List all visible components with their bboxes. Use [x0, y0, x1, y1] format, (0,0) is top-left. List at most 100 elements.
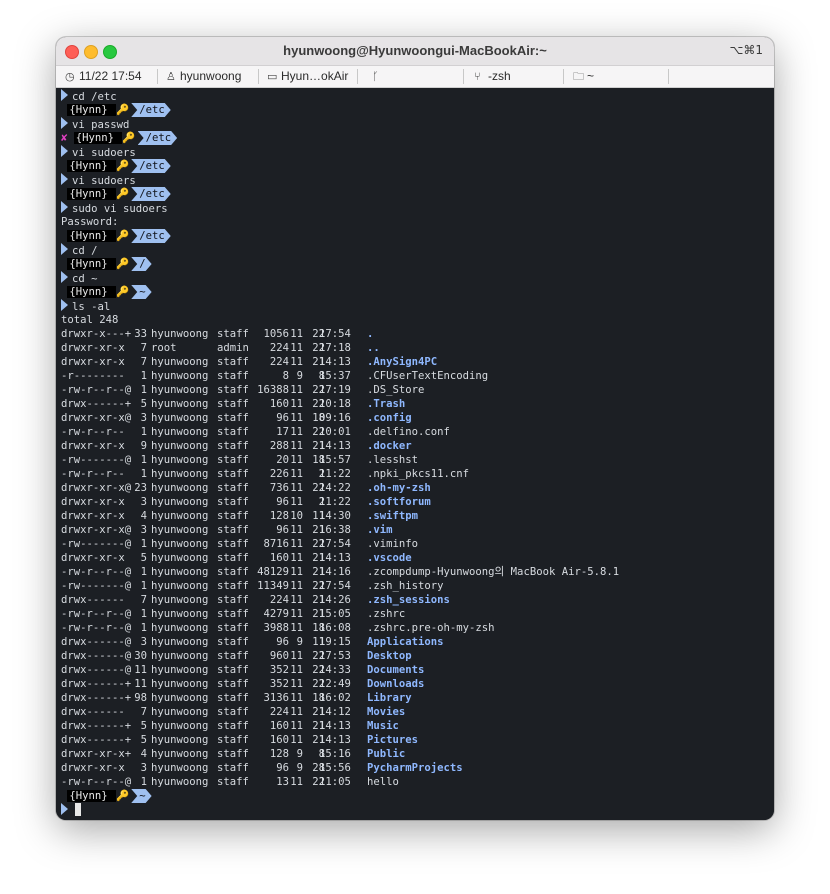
listing-row: drwx------@ 11 hyunwoong staff 352 11 22 14:33 D… — [61, 663, 761, 677]
listing-group: staff — [217, 426, 249, 438]
listing-group: staff — [217, 524, 249, 536]
listing-links: 1 — [140, 384, 147, 396]
listing-time: 14:13 — [319, 552, 351, 564]
listing-name[interactable]: Documents — [367, 663, 424, 677]
listing-perm: drwx------+ — [61, 398, 132, 410]
listing-perm: drwxr-xr-x — [61, 510, 125, 522]
title-bar[interactable]: hyunwoong@Hyunwoongui-MacBookAir:~ ⌥⌘1 — [56, 37, 774, 66]
listing-name[interactable]: Music — [367, 719, 399, 733]
listing-name[interactable]: Desktop — [367, 649, 412, 663]
listing-row: drwx------+ 5 hyunwoong staff 160 11 21 14:13 Pi… — [61, 733, 761, 747]
listing-time: 14:13 — [319, 734, 351, 746]
listing-name[interactable]: Downloads — [367, 677, 424, 691]
listing-owner: hyunwoong — [151, 454, 209, 466]
listing-mon: 11 — [290, 356, 303, 368]
listing-name[interactable]: Public — [367, 747, 405, 761]
prompt-arrow-icon — [61, 173, 68, 185]
listing-size: 288 — [269, 440, 289, 452]
listing-name[interactable]: .Trash — [367, 397, 405, 411]
listing-time: 16:02 — [319, 692, 351, 704]
listing-row: drwx------+ 5 hyunwoong staff 160 11 22 10:18 .T… — [61, 397, 761, 411]
terminal-output[interactable]: cd /etc {Hynn} 🔑/etc vi passwd ✘ {Hynn} 🔑 /… — [56, 88, 774, 820]
listing-name[interactable]: .AnySign4PC — [367, 355, 437, 369]
listing-name[interactable]: .delfino.conf — [367, 425, 450, 439]
listing-name[interactable]: .lesshst — [367, 453, 418, 467]
command-line: sudo vi sudoers — [61, 201, 168, 215]
window-shortcut: ⌥⌘1 — [729, 43, 763, 57]
listing-group: staff — [217, 678, 249, 690]
listing-owner: hyunwoong — [151, 664, 209, 676]
status-branch[interactable]: ᚴ — [372, 66, 386, 87]
listing-group: staff — [217, 328, 249, 340]
listing-links: 5 — [140, 720, 147, 732]
listing-name[interactable]: .. — [367, 341, 380, 355]
listing-row: drwx------ 7 hyunwoong staff 224 11 21 14:26 .zs… — [61, 593, 761, 607]
listing-mon: 10 — [290, 510, 303, 522]
listing-time: 17:19 — [319, 384, 351, 396]
listing-perm: drwx------@ — [61, 636, 132, 648]
listing-mon: 11 — [290, 566, 303, 578]
listing-time: 15:56 — [319, 762, 351, 774]
listing-row: -rw-------@ 1 hyunwoong staff 11349 11 22 17:54… — [61, 579, 761, 593]
listing-name[interactable]: .viminfo — [367, 537, 418, 551]
listing-name[interactable]: .zsh_sessions — [367, 593, 450, 607]
listing-name[interactable]: .CFUserTextEncoding — [367, 369, 488, 383]
listing-name[interactable]: .softforum — [367, 495, 431, 509]
listing-name[interactable]: .oh-my-zsh — [367, 481, 431, 495]
listing-size: 96 — [276, 524, 289, 536]
status-job[interactable]: ⑂ -zsh — [474, 66, 511, 87]
listing-name[interactable]: .config — [367, 411, 412, 425]
terminal-window[interactable]: hyunwoong@Hyunwoongui-MacBookAir:~ ⌥⌘1 ◷… — [56, 37, 774, 820]
listing-name[interactable]: .vscode — [367, 551, 412, 565]
listing-group: staff — [217, 580, 249, 592]
listing-group: staff — [217, 650, 249, 662]
text-cursor[interactable] — [75, 803, 81, 816]
listing-name[interactable]: Movies — [367, 705, 405, 719]
listing-name[interactable]: .zsh_history — [367, 579, 444, 593]
listing-name[interactable]: .zcompdump-Hyunwoong의 MacBook Air-5.8.1 — [367, 565, 619, 579]
listing-row: drwx------@ 3 hyunwoong staff 96 9 11 19:15 Appl… — [61, 635, 761, 649]
prompt-dir: /etc — [138, 131, 178, 145]
listing-name[interactable]: Pictures — [367, 733, 418, 747]
folder-icon: 🗀 — [573, 70, 584, 83]
status-host[interactable]: ▭ Hyun…okAir — [267, 66, 348, 87]
listing-perm: drwxr-xr-x — [61, 356, 125, 368]
listing-size: 128 — [269, 510, 289, 522]
listing-name[interactable]: .zshrc.pre-oh-my-zsh — [367, 621, 495, 635]
listing-name[interactable]: .docker — [367, 439, 412, 453]
listing-mon: 11 — [290, 734, 303, 746]
listing-name[interactable]: .npki_pkcs11.cnf — [367, 467, 469, 481]
listing-name[interactable]: .zshrc — [367, 607, 405, 621]
listing-name[interactable]: Library — [367, 691, 412, 705]
listing-name[interactable]: . — [367, 327, 373, 341]
listing-links: 4 — [140, 510, 147, 522]
clock-icon: ◷ — [65, 70, 75, 83]
listing-size: 48129 — [257, 566, 289, 578]
listing-name[interactable]: .DS_Store — [367, 383, 424, 397]
listing-size: 224 — [269, 594, 289, 606]
listing-name[interactable]: hello — [367, 775, 399, 789]
status-datetime[interactable]: ◷ 11/22 17:54 — [65, 66, 142, 87]
listing-name[interactable]: Applications — [367, 635, 444, 649]
listing-name[interactable]: .swiftpm — [367, 509, 418, 523]
listing-time: 14:26 — [319, 594, 351, 606]
listing-links: 1 — [140, 580, 147, 592]
listing-perm: -rw-------@ — [61, 538, 132, 550]
command-text: cd / — [72, 245, 98, 257]
command-line: vi sudoers — [61, 173, 136, 187]
status-cwd[interactable]: 🗀 ~ — [573, 66, 594, 87]
key-icon: 🔑 — [116, 790, 130, 802]
prompt-user: {Hynn} — [73, 132, 123, 144]
status-user[interactable]: ♙ hyunwoong — [166, 66, 241, 87]
listing-name[interactable]: PycharmProjects — [367, 761, 463, 775]
listing-size: 96 — [276, 412, 289, 424]
listing-size: 16388 — [257, 384, 289, 396]
listing-group: staff — [217, 734, 249, 746]
prompt-line: {Hynn} 🔑/etc — [61, 159, 171, 173]
listing-name[interactable]: .vim — [367, 523, 393, 537]
listing-mon: 11 — [290, 342, 303, 354]
command-line: cd ~ — [61, 271, 98, 285]
listing-perm: -rw-r--r--@ — [61, 776, 132, 788]
process-icon: ⑂ — [474, 70, 481, 83]
listing-size: 8 — [282, 370, 289, 382]
